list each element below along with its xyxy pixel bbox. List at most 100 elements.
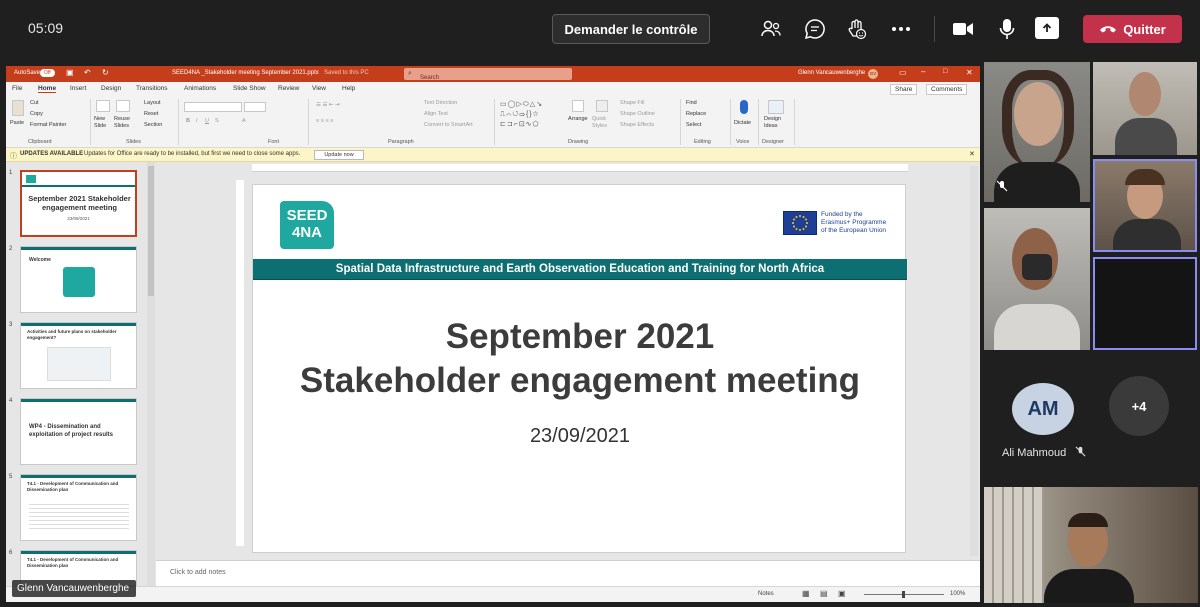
save-icon[interactable]: ▣	[66, 68, 74, 77]
font-color-icon[interactable]: A	[242, 118, 246, 124]
participants-icon[interactable]	[758, 16, 784, 42]
tab-design[interactable]: Design	[101, 85, 121, 92]
ribbon-display-icon[interactable]: ▭	[899, 68, 907, 77]
close-icon[interactable]: ✕	[966, 68, 973, 77]
zoom-slider-handle[interactable]	[902, 591, 905, 598]
zoom-level[interactable]: 100%	[950, 591, 965, 597]
quick-styles-button[interactable]: Quick Styles	[592, 116, 614, 130]
current-slide[interactable]: SEED 4NA Funded by the Erasmus+ Programm…	[252, 184, 907, 553]
bold-icon[interactable]: B	[186, 118, 190, 124]
bullets-icon[interactable]: ☰ ☰ ⇤ ⇥	[316, 102, 340, 108]
maximize-icon[interactable]: □	[943, 68, 947, 75]
participant-video-tile-speaking[interactable]	[1093, 159, 1197, 252]
replace-button[interactable]: Replace	[686, 111, 706, 117]
request-control-button[interactable]: Demander le contrôle	[552, 14, 710, 44]
italic-icon[interactable]: I	[196, 118, 198, 124]
underline-icon[interactable]: U	[205, 118, 209, 124]
dictate-microphone-icon[interactable]	[740, 100, 748, 114]
slide-thumbnail[interactable]: Welcome	[20, 246, 137, 313]
share-screen-button[interactable]	[1035, 17, 1059, 39]
participant-video-tile[interactable]	[984, 62, 1090, 202]
tab-animations[interactable]: Animations	[184, 85, 216, 92]
shape-fill-button[interactable]: Shape Fill	[620, 100, 644, 106]
section-button[interactable]: Section	[144, 122, 162, 128]
reading-view-icon[interactable]: ▣	[838, 589, 846, 598]
shapes-gallery[interactable]: ▭◯▷⬭△↘ ⎍⌒↺⇨{}☆ ⊏⊐⌐⊡∿⬠	[500, 100, 564, 134]
paste-button[interactable]: Paste	[10, 120, 24, 126]
tab-home[interactable]: Home	[38, 85, 57, 93]
tab-review[interactable]: Review	[278, 85, 299, 92]
arrange-icon[interactable]	[572, 100, 584, 112]
reuse-slides-icon[interactable]	[116, 100, 130, 112]
font-size-field[interactable]	[244, 102, 266, 112]
shape-effects-button[interactable]: Shape Effects	[620, 122, 654, 128]
account-name[interactable]: Glenn Vancauwenberghe	[798, 70, 865, 76]
text-direction-button[interactable]: Text Direction	[424, 100, 457, 106]
thumbnail-scrollbar[interactable]	[147, 162, 155, 586]
self-view-video-tile[interactable]	[984, 487, 1198, 603]
camera-icon[interactable]	[950, 16, 976, 42]
participant-video-tile-dark[interactable]	[1093, 257, 1197, 350]
tab-insert[interactable]: Insert	[70, 85, 86, 92]
normal-view-icon[interactable]: ▦	[802, 589, 810, 598]
strikethrough-icon[interactable]: S	[215, 118, 219, 124]
format-painter-button[interactable]: Format Painter	[30, 122, 66, 128]
reuse-slides-button[interactable]: Reuse Slides	[114, 116, 134, 130]
participant-video-tile[interactable]	[984, 208, 1090, 350]
design-ideas-button[interactable]: Design Ideas	[764, 116, 788, 130]
cut-button[interactable]: Cut	[30, 100, 39, 106]
dictate-button[interactable]: Dictate	[734, 120, 751, 126]
reset-button[interactable]: Reset	[144, 111, 158, 117]
thumb-band	[22, 185, 135, 187]
find-button[interactable]: Find	[686, 100, 697, 106]
ppt-search-box[interactable]: ⌕ Search	[404, 68, 572, 81]
microphone-icon[interactable]	[994, 16, 1020, 42]
more-options-icon[interactable]	[888, 16, 914, 42]
scrollbar-thumb[interactable]	[148, 166, 154, 296]
notes-pane[interactable]: Click to add notes	[156, 560, 980, 586]
align-icons[interactable]: ≡ ≡ ≡ ≡	[316, 118, 333, 124]
tab-transitions[interactable]: Transitions	[136, 85, 168, 92]
participant-video-tile[interactable]	[1093, 62, 1197, 155]
tab-file[interactable]: File	[12, 85, 22, 92]
tab-view[interactable]: View	[312, 85, 326, 92]
slide-thumbnail[interactable]: September 2021 Stakeholder engagement me…	[20, 170, 137, 237]
shape-outline-button[interactable]: Shape Outline	[620, 111, 655, 117]
arrange-button[interactable]: Arrange	[568, 116, 588, 122]
convert-smartart-button[interactable]: Convert to SmartArt	[424, 122, 473, 128]
tab-help[interactable]: Help	[342, 85, 355, 92]
more-participants-button[interactable]: +4	[1109, 376, 1169, 436]
align-text-button[interactable]: Align Text	[424, 111, 448, 117]
select-button[interactable]: Select	[686, 122, 701, 128]
share-button[interactable]: Share	[890, 84, 918, 95]
thumb-band	[21, 323, 136, 326]
update-now-button[interactable]: Update now	[314, 150, 364, 160]
comments-button[interactable]: Comments	[926, 84, 968, 95]
slide-thumbnail[interactable]: T4.1 - Development of Communication and …	[20, 474, 137, 541]
participant-avatar[interactable]: AM	[1012, 383, 1074, 435]
autosave-toggle[interactable]: Off	[40, 69, 55, 77]
quick-styles-icon[interactable]	[596, 100, 608, 112]
editor-scrollbar[interactable]	[970, 166, 978, 556]
notes-toggle[interactable]: Notes	[758, 591, 774, 597]
minimize-icon[interactable]: –	[921, 67, 925, 76]
tab-slide-show[interactable]: Slide Show	[233, 85, 266, 92]
copy-button[interactable]: Copy	[30, 111, 43, 117]
leave-button[interactable]: Quitter	[1083, 15, 1182, 43]
new-slide-icon[interactable]	[96, 100, 110, 112]
layout-button[interactable]: Layout	[144, 100, 161, 106]
slide-sorter-icon[interactable]: ▤	[820, 589, 828, 598]
redo-icon[interactable]: ↻	[102, 68, 109, 77]
reactions-icon[interactable]	[843, 16, 869, 42]
chat-icon[interactable]	[802, 16, 828, 42]
close-message-icon[interactable]: ✕	[969, 150, 975, 158]
design-ideas-icon[interactable]	[768, 100, 784, 114]
font-name-field[interactable]	[184, 102, 242, 112]
thumb-band	[21, 475, 136, 478]
slide-thumbnail[interactable]: WP4 - Dissemination and exploitation of …	[20, 398, 137, 465]
account-avatar[interactable]: GV	[868, 69, 878, 79]
paste-icon[interactable]	[12, 100, 24, 116]
slide-thumbnail[interactable]: Activities and future plans on stakehold…	[20, 322, 137, 389]
undo-icon[interactable]: ↶	[84, 68, 91, 77]
new-slide-button[interactable]: New Slide	[94, 116, 110, 130]
